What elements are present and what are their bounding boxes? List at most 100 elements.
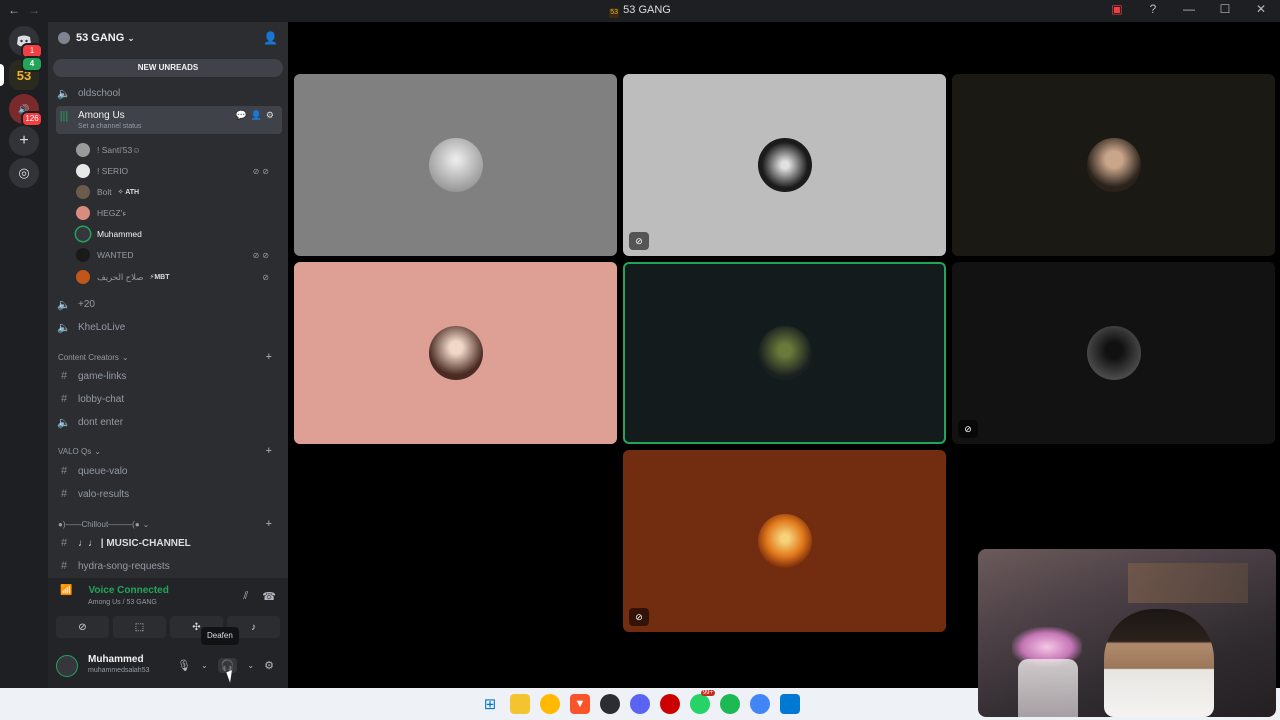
- app-icon[interactable]: [780, 694, 800, 714]
- voice-user[interactable]: WANTED ⊘⊘: [76, 245, 280, 265]
- hash-icon: #: [60, 488, 68, 500]
- participant-tile[interactable]: ⊘: [623, 450, 946, 632]
- participant-tile[interactable]: [952, 74, 1275, 256]
- category-valo-qs[interactable]: VALO Qs ⌄ +: [58, 444, 280, 458]
- voice-connected-panel: 📶 Voice Connected Among Us / 53 GANG ⫽ ☎…: [48, 578, 288, 646]
- selected-pill: [0, 64, 4, 86]
- server-among-us-icon[interactable]: 🔊 126: [9, 94, 43, 127]
- microphone-arm: [1018, 659, 1078, 717]
- participant-tile[interactable]: ⊘: [952, 262, 1275, 444]
- avatar: [428, 326, 483, 380]
- windows-start-icon[interactable]: ⊞: [480, 694, 500, 714]
- avatar: [76, 206, 90, 220]
- user-panel: Muhammed muhammedsalah53 🎙 ⌄ 🎧 ⌄ ⚙: [48, 646, 288, 688]
- user-tag: ✧ ATH: [117, 189, 140, 196]
- voice-action-buttons: ⊘ ⬚ ✣ ♪: [56, 616, 280, 638]
- signal-icon: 📶: [60, 585, 73, 596]
- avatar: [76, 143, 90, 157]
- screen-share-icon: ⬚: [134, 621, 145, 633]
- chevron-down-icon[interactable]: ⌄: [247, 661, 254, 670]
- disconnect-icon[interactable]: ☎: [262, 590, 276, 603]
- inbox-icon[interactable]: ▣: [1108, 2, 1126, 16]
- file-explorer-icon[interactable]: [510, 694, 530, 714]
- add-server-icon[interactable]: +: [9, 126, 39, 156]
- video-off-icon: ⊘: [629, 232, 649, 250]
- streamer-webcam: [978, 549, 1276, 717]
- app-icon[interactable]: [600, 694, 620, 714]
- voice-channel-path[interactable]: Among Us / 53 GANG: [88, 599, 157, 606]
- avatar: [757, 138, 812, 192]
- app-icon[interactable]: [540, 694, 560, 714]
- channel-oldschool[interactable]: 🔈 oldschool: [56, 83, 282, 103]
- channel-game-links[interactable]: # game-links: [56, 366, 282, 386]
- user-controls: 🎙 ⌄ 🎧 ⌄ ⚙: [177, 658, 274, 673]
- explore-icon[interactable]: ◎: [9, 158, 39, 188]
- camera-off-button[interactable]: ⊘: [56, 616, 109, 638]
- speaker-icon: 🔈: [57, 416, 71, 429]
- close-icon[interactable]: ✕: [1252, 2, 1270, 16]
- brave-browser-icon[interactable]: ▼: [570, 694, 590, 714]
- participant-tile[interactable]: [294, 262, 617, 444]
- noise-suppression-icon[interactable]: ⫽: [243, 590, 248, 603]
- gear-icon[interactable]: ⚙: [264, 659, 274, 672]
- category-chillout[interactable]: ●)——Chillout———(● ⌄ +: [58, 517, 280, 531]
- soundboard-icon: ♪: [251, 621, 256, 633]
- server-53-icon[interactable]: 53 4: [9, 56, 43, 90]
- maximize-icon[interactable]: ☐: [1216, 2, 1234, 16]
- screen-share-button[interactable]: ⬚: [113, 616, 166, 638]
- channel-queue-valo[interactable]: # queue-valo: [56, 461, 282, 481]
- video-off-icon: ⊘: [958, 420, 978, 438]
- participant-tile[interactable]: ⊘: [623, 74, 946, 256]
- app-icon[interactable]: [660, 694, 680, 714]
- category-content-creators[interactable]: Content Creators ⌄ +: [58, 350, 280, 364]
- whatsapp-icon[interactable]: 99+: [690, 690, 715, 714]
- voice-user[interactable]: Muhammed: [76, 224, 280, 244]
- chevron-down-icon: ⌄: [121, 352, 129, 362]
- channel-status[interactable]: Set a channel status: [78, 123, 141, 130]
- voice-user[interactable]: ! SERIO ⊘⊘: [76, 161, 280, 181]
- speaker-icon: 🔈: [57, 87, 71, 100]
- hash-icon: #: [60, 465, 68, 477]
- chat-icon[interactable]: 💬: [235, 110, 250, 120]
- speaker-icon: 🔈: [57, 298, 71, 311]
- mic-icon[interactable]: 🎙: [177, 659, 191, 672]
- user-name[interactable]: Muhammed: [88, 654, 144, 665]
- window-controls: ▣ ? — ☐ ✕: [1108, 2, 1270, 16]
- avatar[interactable]: [56, 655, 78, 677]
- channel-music[interactable]: # ♩♩ | MUSIC-CHANNEL: [56, 533, 282, 553]
- help-icon[interactable]: ?: [1144, 2, 1162, 16]
- discord-home-icon[interactable]: 1: [9, 26, 43, 59]
- voice-user[interactable]: صلاح الحريف ⚡MBT ⊘: [76, 267, 280, 287]
- avatar: [757, 326, 812, 380]
- channel-hydra-song-requests[interactable]: # hydra-song-requests: [56, 556, 282, 576]
- channel-lobby-chat[interactable]: # lobby-chat: [56, 389, 282, 409]
- invite-icon[interactable]: 👤: [251, 110, 266, 120]
- server2-badge: 126: [21, 111, 43, 127]
- server-header[interactable]: 53 GANG ⌄ 👤: [48, 22, 288, 54]
- add-channel-icon[interactable]: +: [266, 518, 272, 530]
- voice-user[interactable]: ! Santi'53☺: [76, 140, 280, 160]
- voice-user[interactable]: Bolt ✧ ATH: [76, 182, 280, 202]
- channel-among-us[interactable]: ||| Among Us Set a channel status 💬👤⚙: [56, 106, 282, 134]
- spotify-icon[interactable]: [720, 694, 740, 714]
- minimize-icon[interactable]: —: [1180, 2, 1198, 16]
- voice-user[interactable]: HEGZ'ء: [76, 203, 280, 223]
- new-unreads-bar[interactable]: NEW UNREADS: [53, 59, 283, 77]
- participant-tile[interactable]: [623, 262, 946, 444]
- participant-tile[interactable]: [294, 74, 617, 256]
- chrome-icon[interactable]: [750, 694, 770, 714]
- window-title: 53 53 GANG: [609, 4, 671, 18]
- server-badge: 4: [21, 56, 43, 72]
- channel-khelolive[interactable]: 🔈 KheLoLive: [56, 317, 282, 337]
- voice-status[interactable]: 📶 Voice Connected: [60, 585, 169, 596]
- chevron-down-icon: ⌄: [142, 519, 150, 529]
- add-member-icon[interactable]: 👤: [263, 31, 278, 45]
- channel-plus20[interactable]: 🔈 +20: [56, 294, 282, 314]
- channel-dont-enter[interactable]: 🔈 dont enter: [56, 412, 282, 432]
- gear-icon[interactable]: ⚙: [266, 110, 278, 120]
- add-channel-icon[interactable]: +: [266, 351, 272, 363]
- chevron-down-icon[interactable]: ⌄: [201, 661, 208, 670]
- add-channel-icon[interactable]: +: [266, 445, 272, 457]
- channel-valo-results[interactable]: # valo-results: [56, 484, 282, 504]
- discord-icon[interactable]: [630, 694, 650, 714]
